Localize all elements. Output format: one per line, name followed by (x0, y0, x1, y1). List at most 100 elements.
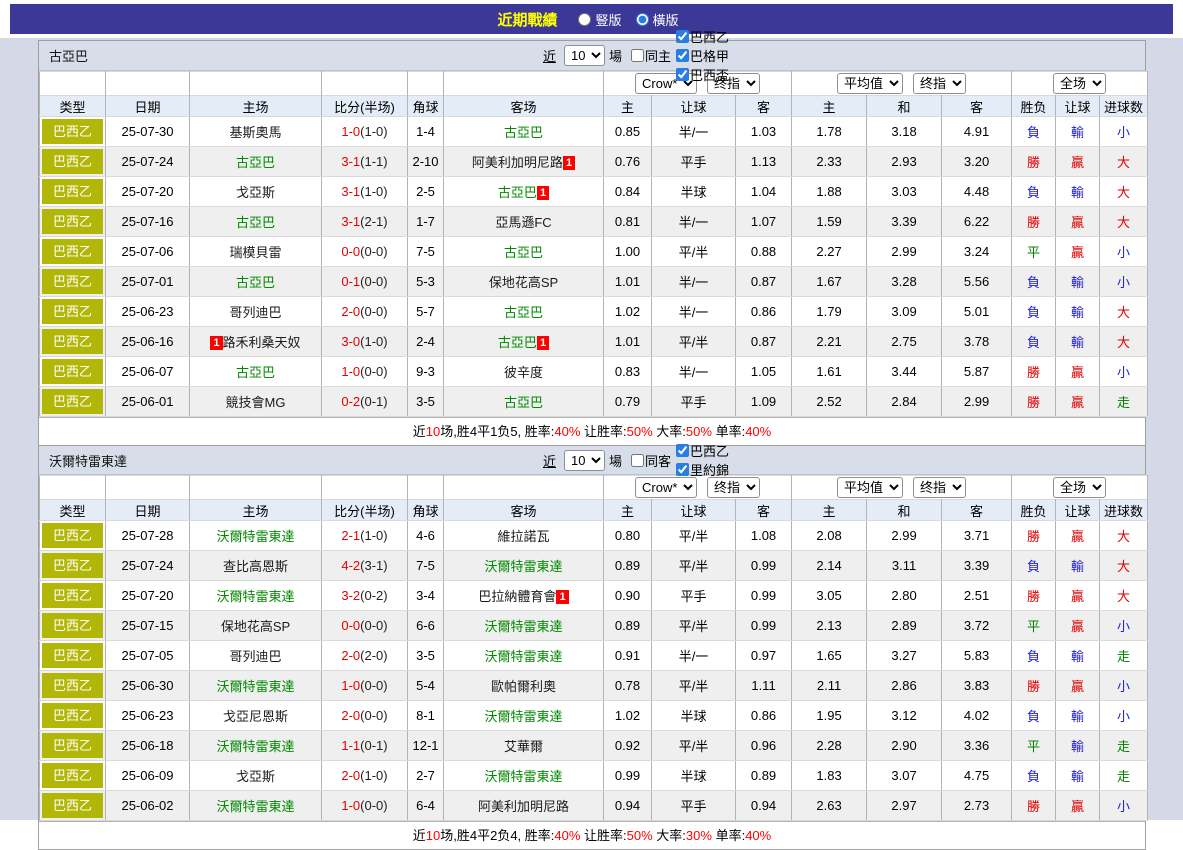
corners: 8-1 (408, 701, 444, 731)
halftime-score: (0-1) (360, 738, 387, 753)
opponent-team-name: 艾華爾 (504, 739, 543, 754)
league-type-badge: 巴西乙 (42, 523, 103, 548)
filter-controls: 近 10 場 同主 巴西乙巴格甲巴西盃 (543, 27, 731, 84)
layout-option-horizontal[interactable]: 橫版 (636, 10, 679, 29)
league-checkbox[interactable] (676, 444, 689, 457)
result-goals: 大 (1100, 177, 1148, 207)
focus-team-name: 古亞巴 (498, 185, 537, 200)
odds-draw: 2.75 (867, 327, 942, 357)
handicap-line: 平手 (652, 387, 736, 417)
league-checkbox[interactable] (676, 68, 689, 81)
league-checkbox[interactable] (676, 463, 689, 476)
match-date: 25-06-30 (106, 671, 190, 701)
league-type-badge: 巴西乙 (42, 269, 103, 294)
match-date: 25-06-09 (106, 761, 190, 791)
league-checkbox[interactable] (676, 49, 689, 62)
corners: 6-6 (408, 611, 444, 641)
opponent-team-name: 阿美利加明尼路 (472, 155, 563, 170)
handicap-home: 0.84 (604, 177, 652, 207)
home-team: 戈亞尼恩斯 (190, 701, 322, 731)
match-date: 25-07-24 (106, 551, 190, 581)
horizontal-radio[interactable] (636, 13, 649, 26)
handicap-away: 0.86 (736, 701, 792, 731)
europe-source-select[interactable]: 平均值 (837, 73, 903, 94)
away-team: 沃爾特雷東達 (444, 611, 604, 641)
fulltime-score: 0-2 (341, 394, 360, 409)
league-checkbox-巴西盃[interactable]: 巴西盃 (673, 65, 729, 84)
result-goals: 走 (1100, 731, 1148, 761)
match-row: 巴西乙25-06-18沃爾特雷東達1-1(0-1)12-1艾華爾0.92平/半0… (40, 731, 1148, 761)
league-type-badge: 巴西乙 (42, 643, 103, 668)
league-checkbox[interactable] (676, 30, 689, 43)
odds-draw: 3.07 (867, 761, 942, 791)
column-header: 让球 (652, 500, 736, 521)
europe-kind-select[interactable]: 终指 (913, 477, 966, 498)
score: 3-1(1-0) (322, 177, 408, 207)
vertical-radio[interactable] (578, 13, 591, 26)
match-date: 25-06-07 (106, 357, 190, 387)
handicap-home: 0.89 (604, 611, 652, 641)
same-venue-checkbox[interactable] (631, 454, 644, 467)
handicap-home: 0.76 (604, 147, 652, 177)
league-checkbox-巴西乙[interactable]: 巴西乙 (673, 27, 729, 46)
corners: 12-1 (408, 731, 444, 761)
handicap-line: 半球 (652, 701, 736, 731)
match-count-select[interactable]: 10 (564, 450, 605, 471)
focus-team-name: 古亞巴 (504, 245, 543, 260)
match-count-select[interactable]: 10 (564, 45, 605, 66)
summary-text: 场,胜4平2负4, 胜率: (440, 828, 554, 843)
result-handicap: 輸 (1056, 267, 1100, 297)
handicap-away: 0.87 (736, 327, 792, 357)
match-type: 巴西乙 (40, 731, 106, 761)
near-link[interactable]: 近 (543, 451, 556, 470)
europe-source-select[interactable]: 平均值 (837, 477, 903, 498)
result-goals: 小 (1100, 791, 1148, 821)
corners: 7-5 (408, 237, 444, 267)
league-checkbox-巴格甲[interactable]: 巴格甲 (673, 46, 729, 65)
near-link[interactable]: 近 (543, 46, 556, 65)
europe-kind-select[interactable]: 终指 (913, 73, 966, 94)
handicap-home: 1.00 (604, 237, 652, 267)
corners: 7-5 (408, 551, 444, 581)
result-outcome: 勝 (1012, 521, 1056, 551)
match-date: 25-07-16 (106, 207, 190, 237)
match-row: 巴西乙25-06-07古亞巴1-0(0-0)9-3彼辛度0.83半/一1.051… (40, 357, 1148, 387)
handicap-home: 1.01 (604, 327, 652, 357)
corners: 9-3 (408, 357, 444, 387)
handicap-away: 0.99 (736, 551, 792, 581)
fulltime-score: 1-0 (341, 798, 360, 813)
handicap-away: 0.86 (736, 297, 792, 327)
summary-stat-value: 40% (554, 828, 580, 843)
odds-draw: 2.90 (867, 731, 942, 761)
layout-option-vertical[interactable]: 豎版 (578, 10, 621, 29)
odds-home: 2.33 (792, 147, 867, 177)
same-venue-checkbox-label[interactable]: 同主 (628, 46, 671, 65)
fulltime-score: 3-1 (341, 214, 360, 229)
focus-team-name: 古亞巴 (236, 215, 275, 230)
summary-stat-value: 40% (554, 424, 580, 439)
corners: 3-4 (408, 581, 444, 611)
fulltime-score: 2-1 (341, 528, 360, 543)
league-checkbox-巴西乙[interactable]: 巴西乙 (673, 441, 729, 460)
same-venue-checkbox[interactable] (631, 49, 644, 62)
handicap-away: 0.99 (736, 581, 792, 611)
scope-select[interactable]: 全场 (1053, 477, 1106, 498)
focus-team-name: 沃爾特雷東達 (484, 649, 562, 664)
same-venue-checkbox-label[interactable]: 同客 (628, 451, 671, 470)
score: 0-1(0-0) (322, 267, 408, 297)
away-team: 古亞巴 (444, 117, 604, 147)
result-handicap: 輸 (1056, 701, 1100, 731)
column-header: 日期 (106, 500, 190, 521)
fulltime-score: 1-0 (341, 364, 360, 379)
league-type-badge: 巴西乙 (42, 209, 103, 234)
halftime-score: (0-1) (360, 394, 387, 409)
handicap-line: 半/一 (652, 267, 736, 297)
corners: 3-5 (408, 387, 444, 417)
scope-select[interactable]: 全场 (1053, 73, 1106, 94)
handicap-kind-select[interactable]: 终指 (707, 477, 760, 498)
handicap-source-select[interactable]: Crow* (635, 477, 697, 498)
result-outcome: 勝 (1012, 581, 1056, 611)
opponent-team-name: 競技會MG (226, 395, 286, 410)
league-checkbox-里約錦[interactable]: 里約錦 (673, 460, 729, 479)
match-row: 巴西乙25-07-28沃爾特雷東達2-1(1-0)4-6維拉諾瓦0.80平/半1… (40, 521, 1148, 551)
